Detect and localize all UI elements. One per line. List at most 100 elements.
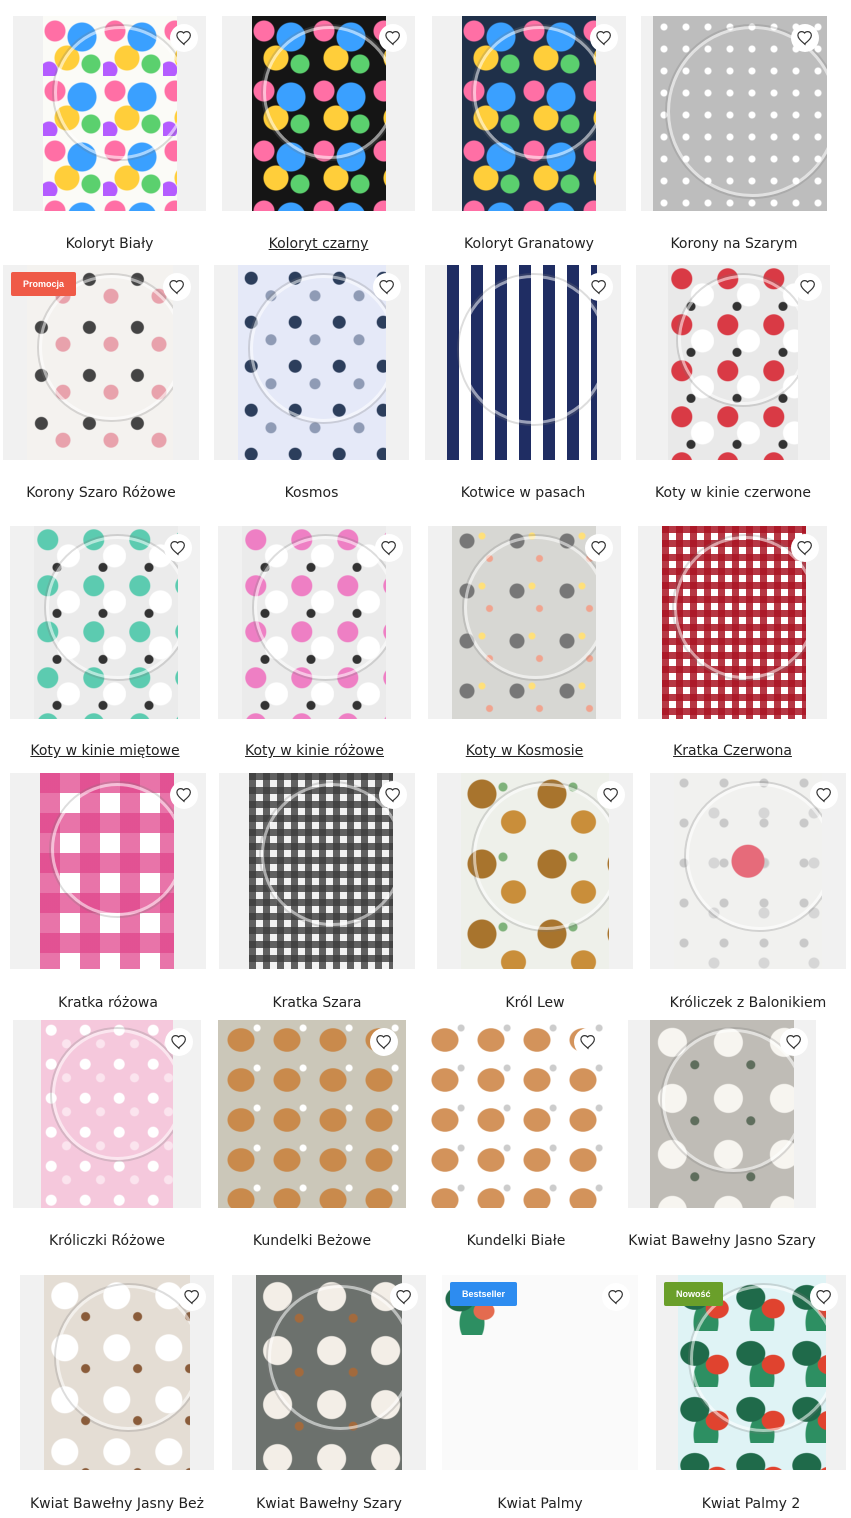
- product-card[interactable]: Bestseller Kwiat Palmy: [442, 1275, 638, 1512]
- product-card[interactable]: Kosmos: [214, 265, 409, 501]
- wishlist-button[interactable]: [574, 1028, 602, 1056]
- product-image[interactable]: [242, 526, 386, 719]
- product-image[interactable]: [238, 265, 386, 460]
- product-card[interactable]: Kotwice w pasach: [425, 265, 621, 501]
- product-title-link[interactable]: Kratka różowa: [10, 995, 206, 1011]
- product-image-box[interactable]: [422, 1020, 610, 1208]
- wishlist-button[interactable]: [164, 534, 192, 562]
- product-image[interactable]: [252, 16, 386, 211]
- wishlist-button[interactable]: [390, 1283, 418, 1311]
- product-image-box[interactable]: [222, 16, 415, 211]
- product-image-box[interactable]: [219, 773, 415, 969]
- product-image-box[interactable]: Nowość: [656, 1275, 846, 1470]
- wishlist-button[interactable]: [379, 781, 407, 809]
- product-image-box[interactable]: [13, 1020, 201, 1208]
- product-title-link[interactable]: Kwiat Bawełny Jasno Szary: [628, 1233, 816, 1249]
- product-image-box[interactable]: [628, 1020, 816, 1208]
- wishlist-button[interactable]: [375, 534, 403, 562]
- wishlist-button[interactable]: [602, 1283, 630, 1311]
- wishlist-button[interactable]: [791, 534, 819, 562]
- product-card[interactable]: Kwiat Bawełny Szary: [232, 1275, 426, 1512]
- product-image-box[interactable]: [641, 16, 827, 211]
- product-card[interactable]: Korony na Szarym: [641, 16, 827, 252]
- product-image-box[interactable]: Promocja: [3, 265, 199, 460]
- product-image[interactable]: [650, 1020, 794, 1208]
- product-card[interactable]: Kundelki Białe: [422, 1020, 610, 1249]
- product-image-box[interactable]: [10, 773, 206, 969]
- product-card[interactable]: Król Lew: [437, 773, 633, 1011]
- wishlist-button[interactable]: [170, 781, 198, 809]
- product-image-box[interactable]: [13, 16, 206, 211]
- product-title-link[interactable]: Koty w kinie miętowe: [10, 743, 200, 759]
- product-card[interactable]: Kwiat Bawełny Jasno Szary: [628, 1020, 816, 1249]
- product-title-link[interactable]: Koloryt czarny: [222, 236, 415, 252]
- wishlist-button[interactable]: [810, 781, 838, 809]
- product-card[interactable]: Króliczki Różowe: [13, 1020, 201, 1249]
- wishlist-button[interactable]: [178, 1283, 206, 1311]
- product-image-box[interactable]: [650, 773, 846, 969]
- product-card[interactable]: Kratka Czerwona: [638, 526, 827, 759]
- wishlist-button[interactable]: [370, 1028, 398, 1056]
- product-image-box[interactable]: [425, 265, 621, 460]
- product-card[interactable]: Kratka różowa: [10, 773, 206, 1011]
- wishlist-button[interactable]: [810, 1283, 838, 1311]
- product-image[interactable]: [249, 773, 393, 969]
- product-image-box[interactable]: [432, 16, 626, 211]
- product-title-link[interactable]: Króliczek z Balonikiem: [650, 995, 846, 1011]
- product-title-link[interactable]: Kundelki Białe: [422, 1233, 610, 1249]
- product-card[interactable]: Koloryt czarny: [222, 16, 415, 252]
- product-image[interactable]: [462, 16, 596, 211]
- product-title-link[interactable]: Koty w kinie różowe: [218, 743, 411, 759]
- product-image[interactable]: [40, 773, 174, 969]
- product-image[interactable]: [34, 526, 178, 719]
- product-image[interactable]: [668, 265, 798, 460]
- product-title-link[interactable]: Kratka Szara: [219, 995, 415, 1011]
- product-card[interactable]: Nowość Kwiat Palmy 2: [656, 1275, 846, 1512]
- product-title-link[interactable]: Kotwice w pasach: [425, 485, 621, 501]
- wishlist-button[interactable]: [373, 273, 401, 301]
- product-image[interactable]: [662, 526, 806, 719]
- wishlist-button[interactable]: [585, 273, 613, 301]
- product-image[interactable]: [41, 1020, 173, 1208]
- product-image-box[interactable]: Bestseller: [442, 1275, 638, 1470]
- product-title-link[interactable]: Korony na Szarym: [641, 236, 827, 252]
- product-image-box[interactable]: [636, 265, 830, 460]
- product-image[interactable]: [44, 1275, 190, 1470]
- wishlist-button[interactable]: [597, 781, 625, 809]
- product-image[interactable]: [256, 1275, 402, 1470]
- product-image-box[interactable]: [428, 526, 621, 719]
- product-card[interactable]: Kwiat Bawełny Jasny Beż: [20, 1275, 214, 1512]
- product-image-box[interactable]: [20, 1275, 214, 1470]
- product-card[interactable]: Kratka Szara: [219, 773, 415, 1011]
- product-image-box[interactable]: [232, 1275, 426, 1470]
- product-card[interactable]: Koloryt Granatowy: [432, 16, 626, 252]
- product-title-link[interactable]: Króliczki Różowe: [13, 1233, 201, 1249]
- wishlist-button[interactable]: [163, 273, 191, 301]
- product-title-link[interactable]: Kosmos: [214, 485, 409, 501]
- product-image-box[interactable]: [218, 526, 411, 719]
- product-card[interactable]: Koty w kinie czerwone: [636, 265, 830, 501]
- product-card[interactable]: Koty w kinie miętowe: [10, 526, 200, 759]
- wishlist-button[interactable]: [585, 534, 613, 562]
- product-image-box[interactable]: [10, 526, 200, 719]
- product-title-link[interactable]: Kwiat Bawełny Szary: [232, 1496, 426, 1512]
- wishlist-button[interactable]: [794, 273, 822, 301]
- product-image[interactable]: [43, 16, 177, 211]
- product-title-link[interactable]: Kwiat Bawełny Jasny Beż: [20, 1496, 214, 1512]
- product-image[interactable]: [452, 526, 596, 719]
- wishlist-button[interactable]: [379, 24, 407, 52]
- product-title-link[interactable]: Kratka Czerwona: [638, 743, 827, 759]
- product-title-link[interactable]: Korony Szaro Różowe: [3, 485, 199, 501]
- wishlist-button[interactable]: [780, 1028, 808, 1056]
- product-title-link[interactable]: Kwiat Palmy: [442, 1496, 638, 1512]
- product-card[interactable]: Koloryt Biały: [13, 16, 206, 252]
- product-image-box[interactable]: [437, 773, 633, 969]
- product-image[interactable]: [674, 773, 822, 969]
- product-image-box[interactable]: [214, 265, 409, 460]
- product-title-link[interactable]: Koloryt Granatowy: [432, 236, 626, 252]
- product-title-link[interactable]: Kwiat Palmy 2: [656, 1496, 846, 1512]
- wishlist-button[interactable]: [590, 24, 618, 52]
- product-card[interactable]: Koty w Kosmosie: [428, 526, 621, 759]
- wishlist-button[interactable]: [791, 24, 819, 52]
- product-card[interactable]: Promocja Korony Szaro Różowe: [3, 265, 199, 501]
